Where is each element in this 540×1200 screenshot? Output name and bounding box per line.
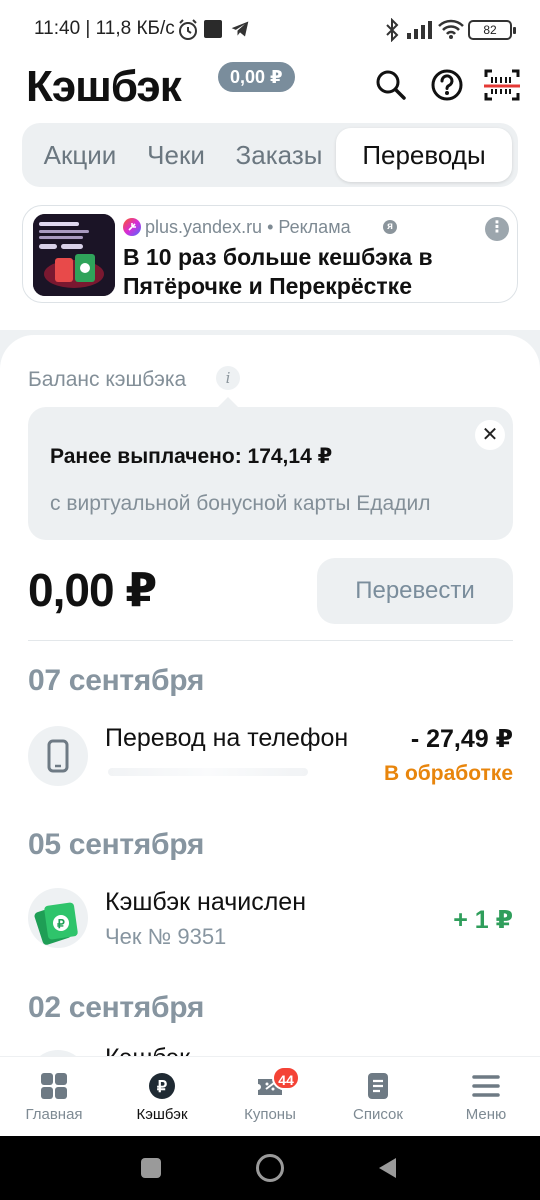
status-time: 11:40 | 11,8 КБ/с xyxy=(34,18,175,39)
tooltip-title: Ранее выплачено: 174,14 ₽ xyxy=(50,445,333,468)
balance-amount: 0,00 ₽ xyxy=(28,564,157,616)
transaction-title: Кэшбэк начислен xyxy=(105,888,307,916)
recent-apps-icon[interactable] xyxy=(141,1158,161,1178)
ruble-icon: ₽ xyxy=(149,1073,175,1099)
svg-text:₽: ₽ xyxy=(57,917,65,931)
ad-source: plus.yandex.ru • Реклама xyxy=(145,217,351,237)
nav-cashback[interactable]: ₽ Кэшбэк xyxy=(108,1057,216,1137)
tab-receipts[interactable]: Чеки xyxy=(136,123,216,187)
nav-cashback-label: Кэшбэк xyxy=(136,1106,188,1123)
ad-banner[interactable]: plus.yandex.ru • Реклама я В 10 раз боль… xyxy=(22,205,518,303)
tab-promotions[interactable]: Акции xyxy=(30,123,130,187)
ad-thumbnail xyxy=(33,214,115,296)
home-button-icon[interactable] xyxy=(256,1154,284,1182)
status-bar: 11:40 | 11,8 КБ/с 82 xyxy=(0,0,540,60)
back-icon[interactable] xyxy=(376,1156,398,1180)
history-date: 05 сентября xyxy=(28,828,205,861)
history-date: 02 сентября xyxy=(28,991,205,1024)
transfer-button[interactable]: Перевести xyxy=(317,558,513,624)
yandex-plus-icon xyxy=(123,218,141,236)
bottom-nav: Главная ₽ Кэшбэк Купоны Список Меню xyxy=(0,1056,540,1136)
transaction-amount: + 1 ₽ xyxy=(453,906,513,934)
more-options-icon[interactable]: ⋮ xyxy=(485,217,509,241)
info-icon[interactable]: i xyxy=(216,366,240,390)
ad-text: В 10 раз больше кешбэка в Пятёрочке и Пе… xyxy=(123,244,433,299)
tab-transfers[interactable]: Переводы xyxy=(336,128,512,182)
list-icon xyxy=(368,1073,388,1099)
search-icon[interactable] xyxy=(371,65,411,105)
redacted-detail xyxy=(108,768,308,776)
help-icon[interactable] xyxy=(427,65,467,105)
menu-icon xyxy=(472,1075,500,1097)
transaction-subtitle: Чек № 9351 xyxy=(105,924,227,949)
transaction-title: Перевод на телефон xyxy=(105,724,349,752)
home-grid-icon xyxy=(41,1073,67,1099)
nav-coupons-label: Купоны xyxy=(244,1106,296,1123)
tooltip-subtitle: с виртуальной бонусной карты Едадил xyxy=(50,492,431,515)
battery-indicator: 82 xyxy=(468,20,516,40)
cashback-money-icon: ₽ xyxy=(34,902,78,945)
wifi-icon xyxy=(438,19,464,39)
phone-icon xyxy=(47,739,69,773)
tab-orders[interactable]: Заказы xyxy=(227,123,331,187)
history-item-partial[interactable]: Кэшбэк xyxy=(0,1040,540,1056)
alarm-icon xyxy=(179,19,197,40)
svg-text:₽: ₽ xyxy=(157,1079,167,1096)
transaction-icon-bg xyxy=(28,726,88,786)
coupons-badge: 44 xyxy=(272,1066,300,1090)
nav-menu[interactable]: Меню xyxy=(432,1057,540,1137)
signal-icon xyxy=(407,21,432,39)
nav-list-label: Список xyxy=(353,1106,403,1123)
transaction-status: В обработке xyxy=(383,762,513,785)
page-title: Кэшбэк xyxy=(26,62,182,111)
close-icon[interactable]: ✕ xyxy=(475,420,505,450)
ad-thumbnail-image xyxy=(33,214,115,296)
history-date: 07 сентября xyxy=(28,664,205,697)
divider xyxy=(28,640,513,641)
nav-coupons[interactable]: Купоны xyxy=(216,1057,324,1137)
history-item[interactable]: Перевод на телефон - 27,49 ₽ В обработке xyxy=(0,712,540,792)
cashback-balance-pill[interactable]: 0,00 ₽ xyxy=(218,62,295,92)
history-item[interactable]: ₽ Кэшбэк начислен Чек № 9351 + 1 ₽ xyxy=(0,878,540,958)
nav-home[interactable]: Главная xyxy=(0,1057,108,1137)
nav-menu-label: Меню xyxy=(465,1106,507,1123)
system-nav-bar xyxy=(0,1136,540,1200)
tabs-bar: Акции Чеки Заказы Переводы xyxy=(22,123,518,187)
nav-list[interactable]: Список xyxy=(324,1057,432,1137)
telegram-icon xyxy=(231,21,249,37)
transaction-icon-bg: ₽ xyxy=(28,888,88,948)
transaction-title: Кэшбэк xyxy=(105,1044,190,1056)
nav-home-label: Главная xyxy=(25,1106,83,1123)
transaction-amount: - 27,49 ₽ xyxy=(410,725,513,753)
bluetooth-icon xyxy=(386,18,399,42)
yandex-logo-icon: я xyxy=(383,220,397,234)
balance-label: Баланс кэшбэка xyxy=(28,368,187,391)
notification-square-icon xyxy=(204,20,222,38)
balance-tooltip: Ранее выплачено: 174,14 ₽ с виртуальной … xyxy=(28,407,513,540)
app-screen: 11:40 | 11,8 КБ/с 82 Кэшбэк 0,00 ₽ Акции… xyxy=(0,0,540,1200)
scan-receipt-icon[interactable] xyxy=(482,65,522,105)
